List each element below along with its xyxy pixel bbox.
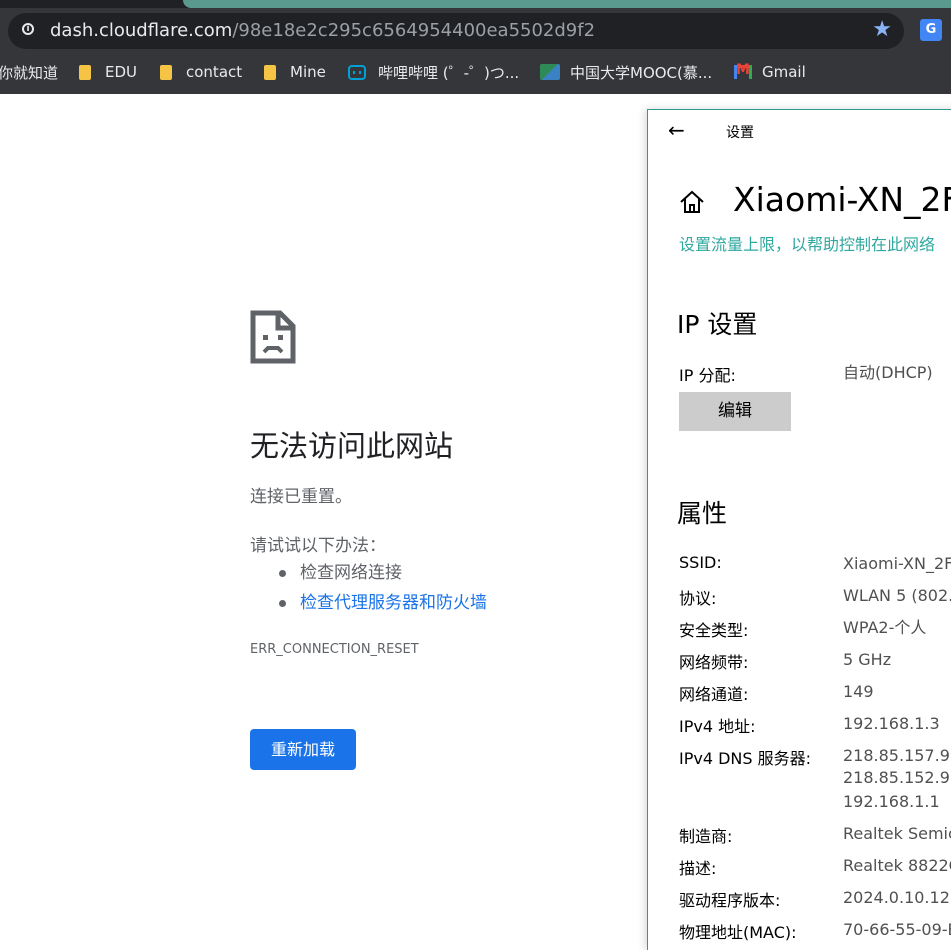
prop-label-security: 安全类型: xyxy=(679,621,749,640)
bookmark-folder-contact[interactable]: contact xyxy=(160,61,242,83)
reload-button[interactable]: 重新加载 xyxy=(250,729,356,770)
gmail-icon xyxy=(734,62,752,79)
error-title: 无法访问此网站 xyxy=(250,429,454,463)
ip-assignment-value: 自动(DHCP) xyxy=(843,363,933,382)
ip-assignment-label: IP 分配: xyxy=(679,366,736,385)
url-host: dash.cloudflare.com xyxy=(50,20,233,41)
network-name-heading: Xiaomi-XN_2F_ xyxy=(733,180,951,219)
prop-value-driver: 2024.0.10.121 xyxy=(843,888,951,907)
bookmark-folder-mine[interactable]: Mine xyxy=(264,61,326,83)
bookmark-item[interactable]: 你就知道 xyxy=(0,61,58,83)
properties-heading: 属性 xyxy=(677,499,728,528)
mooc-icon xyxy=(540,64,560,80)
settings-title: 设置 xyxy=(726,125,754,141)
site-info-icon[interactable]: i xyxy=(22,23,34,35)
prop-value-band: 5 GHz xyxy=(843,650,892,669)
prop-value-dns-3: 192.168.1.1 xyxy=(843,792,940,811)
active-tab-edge[interactable] xyxy=(183,0,951,8)
prop-label-protocol: 协议: xyxy=(679,589,717,608)
prop-label-manufacturer: 制造商: xyxy=(679,827,733,846)
back-arrow-icon[interactable]: ← xyxy=(668,118,685,142)
prop-label-driver: 驱动程序版本: xyxy=(679,891,781,910)
suggestion-check-network: 检查网络连接 xyxy=(278,560,487,590)
bookmark-gmail[interactable]: Gmail xyxy=(734,61,806,83)
prop-value-ipv4: 192.168.1.3 xyxy=(843,714,940,733)
url-path: /98e18e2c295c6564954400ea5502d9f2 xyxy=(232,20,596,41)
suggestions-list: 检查网络连接 检查代理服务器和防火墙 xyxy=(278,560,487,620)
prop-value-security: WPA2-个人 xyxy=(843,618,927,637)
prop-label-ipv4: IPv4 地址: xyxy=(679,717,756,736)
prop-label-dns: IPv4 DNS 服务器: xyxy=(679,749,812,768)
prop-label-band: 网络频带: xyxy=(679,653,749,672)
prop-label-channel: 网络通道: xyxy=(679,685,749,704)
folder-icon xyxy=(79,64,91,80)
prop-label-mac: 物理地址(MAC): xyxy=(679,923,797,942)
data-limit-link[interactable]: 设置流量上限，以帮助控制在此网络 xyxy=(679,231,935,255)
bilibili-icon xyxy=(348,64,366,80)
prop-value-dns-2: 218.85.152.99 xyxy=(843,768,951,787)
error-description: 连接已重置。 xyxy=(250,487,352,507)
url-text[interactable]: dash.cloudflare.com/98e18e2c295c65649544… xyxy=(50,20,595,41)
prop-value-protocol: WLAN 5 (802.1 xyxy=(843,586,951,605)
prop-label-description: 描述: xyxy=(679,859,717,878)
prop-value-ssid: Xiaomi-XN_2F xyxy=(843,554,951,573)
prop-label-ssid: SSID: xyxy=(679,553,722,572)
bookmark-folder-edu[interactable]: EDU xyxy=(79,61,137,83)
home-icon[interactable] xyxy=(678,188,706,216)
bookmark-mooc[interactable]: 中国大学MOOC(慕... xyxy=(540,61,712,83)
prop-value-channel: 149 xyxy=(843,682,874,701)
prop-value-manufacturer: Realtek Semic xyxy=(843,824,951,843)
prop-value-mac: 70-66-55-09-E xyxy=(843,920,951,939)
suggestions-title: 请试试以下办法： xyxy=(250,536,386,556)
bookmark-bilibili[interactable]: 哔哩哔哩 (゜-゜)つ... xyxy=(348,61,519,83)
address-bar[interactable]: i dash.cloudflare.com/98e18e2c295c656495… xyxy=(8,13,904,49)
suggestion-check-proxy-link[interactable]: 检查代理服务器和防火墙 xyxy=(278,590,487,620)
edit-ip-button[interactable]: 编辑 xyxy=(679,392,791,431)
bookmark-label: 哔哩哔哩 (゜-゜)つ... xyxy=(378,63,520,82)
bookmark-label: 你就知道 xyxy=(0,63,59,82)
sad-document-icon xyxy=(250,310,296,364)
bookmark-label: contact xyxy=(186,63,243,81)
bookmarks-bar: 你就知道 EDU contact Mine 哔哩哔哩 (゜-゜)つ... 中国大… xyxy=(0,58,951,86)
folder-icon xyxy=(264,64,276,80)
ip-settings-heading: IP 设置 xyxy=(677,310,758,339)
bookmark-star-icon[interactable]: ★ xyxy=(872,17,892,42)
translate-icon[interactable]: G xyxy=(920,19,942,41)
bookmark-label: Gmail xyxy=(762,63,806,81)
error-code: ERR_CONNECTION_RESET xyxy=(250,642,419,657)
settings-window: ← 设置 Xiaomi-XN_2F_ 设置流量上限，以帮助控制在此网络 IP 设… xyxy=(647,109,951,950)
folder-icon xyxy=(160,64,172,80)
bookmark-label: EDU xyxy=(105,63,138,81)
prop-value-dns-1: 218.85.157.99 xyxy=(843,746,951,765)
bookmark-label: Mine xyxy=(290,63,326,81)
bookmark-label: 中国大学MOOC(慕... xyxy=(570,63,713,82)
prop-value-description: Realtek 8822C xyxy=(843,856,951,875)
